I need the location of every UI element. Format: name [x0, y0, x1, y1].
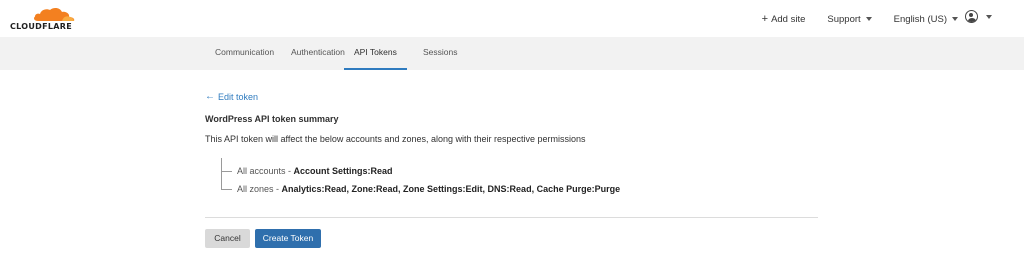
plus-icon: + [761, 13, 769, 25]
top-header: CLOUDFLARE + Add site Support English (U… [0, 0, 1024, 37]
arrow-left-icon: ← [205, 91, 215, 102]
tree-connector [221, 158, 222, 189]
cloudflare-logo[interactable]: CLOUDFLARE [10, 6, 80, 32]
tree-branch [221, 189, 232, 190]
permission-row-accounts: All accounts - Account Settings:Read [237, 166, 393, 176]
chevron-down-icon [952, 17, 958, 21]
user-avatar-icon [965, 10, 978, 23]
permission-separator: - [285, 166, 294, 176]
language-menu[interactable]: English (US) [894, 14, 958, 25]
permission-scope: All zones [237, 184, 274, 194]
tab-communication[interactable]: Communication [215, 37, 274, 70]
tab-authentication[interactable]: Authentication [291, 37, 345, 70]
support-menu[interactable]: Support [827, 13, 872, 25]
edit-token-link[interactable]: ← Edit token [205, 91, 258, 102]
logo-wordmark: CLOUDFLARE [10, 22, 72, 31]
edit-token-label: Edit token [218, 91, 259, 102]
permission-row-zones: All zones - Analytics:Read, Zone:Read, Z… [237, 184, 620, 194]
add-site-button[interactable]: + Add site [762, 13, 806, 25]
permission-separator: - [273, 184, 282, 194]
chevron-down-icon [986, 14, 992, 19]
account-menu[interactable] [965, 10, 992, 23]
profile-tabs: Communication Authentication API Tokens … [0, 37, 1024, 70]
cancel-button[interactable]: Cancel [205, 229, 250, 248]
summary-description: This API token will affect the below acc… [205, 134, 586, 144]
tree-branch [221, 171, 232, 172]
create-token-button[interactable]: Create Token [255, 229, 321, 248]
permission-list: Account Settings:Read [293, 166, 393, 176]
tab-sessions[interactable]: Sessions [423, 37, 458, 70]
divider [205, 217, 818, 218]
chevron-down-icon [865, 17, 872, 21]
cloud-icon [34, 7, 75, 21]
summary-title: WordPress API token summary [205, 114, 339, 124]
language-label: English (US) [893, 13, 947, 25]
header-actions: + Add site Support English (US) [762, 11, 958, 27]
add-site-label: Add site [771, 13, 806, 25]
tab-api-tokens[interactable]: API Tokens [344, 37, 407, 70]
permission-scope: All accounts [237, 166, 286, 176]
support-label: Support [827, 13, 861, 25]
permission-list: Analytics:Read, Zone:Read, Zone Settings… [281, 184, 621, 194]
